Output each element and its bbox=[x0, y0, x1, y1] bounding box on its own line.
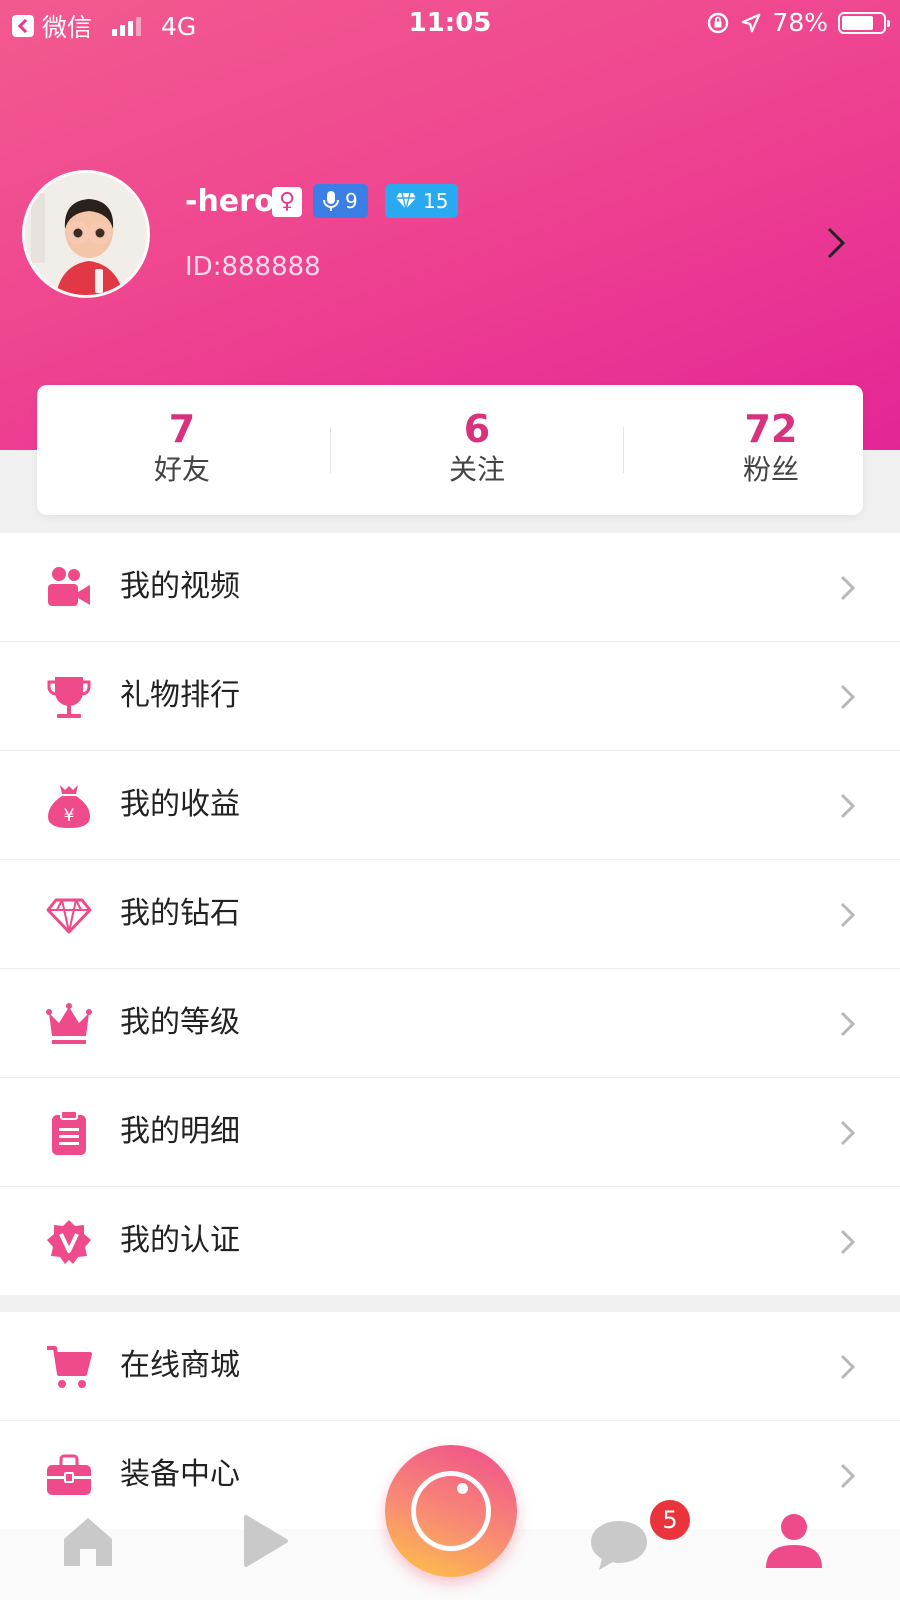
wealth-level: 15 bbox=[423, 189, 449, 213]
diamond-small-icon bbox=[396, 192, 416, 210]
battery-percent: 78% bbox=[772, 8, 828, 37]
svg-text:¥: ¥ bbox=[64, 806, 75, 826]
wealth-level-badge: 15 bbox=[385, 184, 459, 218]
username: -hero bbox=[185, 184, 275, 219]
following-label: 关注 bbox=[448, 453, 505, 486]
fans-label: 粉丝 bbox=[742, 453, 799, 486]
menu-label: 我的视频 bbox=[120, 569, 240, 604]
menu-item-my-details[interactable]: 我的明细 bbox=[0, 1078, 900, 1187]
chevron-right-icon bbox=[840, 902, 856, 928]
menu-label: 我的收益 bbox=[120, 787, 240, 822]
message-icon[interactable] bbox=[588, 1518, 650, 1572]
stat-friends[interactable]: 7 好友 bbox=[82, 407, 282, 489]
friends-label: 好友 bbox=[153, 453, 210, 486]
user-id: ID:888888 bbox=[185, 252, 321, 282]
chevron-right-icon bbox=[840, 1011, 856, 1037]
menu-item-my-videos[interactable]: 我的视频 bbox=[0, 533, 900, 642]
trophy-icon bbox=[47, 677, 91, 718]
menu-label: 我的等级 bbox=[120, 1005, 240, 1040]
stat-divider bbox=[623, 427, 624, 473]
chevron-right-icon bbox=[840, 1120, 856, 1146]
home-icon[interactable] bbox=[60, 1513, 116, 1569]
rotation-lock-icon bbox=[708, 12, 729, 33]
verified-badge-icon bbox=[47, 1220, 91, 1264]
female-gender-icon: ♀ bbox=[272, 187, 302, 217]
menu-item-my-diamonds[interactable]: 我的钻石 bbox=[0, 860, 900, 969]
friends-count: 7 bbox=[168, 407, 196, 451]
menu-label: 在线商城 bbox=[120, 1348, 240, 1383]
message-count-badge: 5 bbox=[650, 1500, 690, 1540]
avatar[interactable] bbox=[22, 170, 150, 298]
profile-icon[interactable] bbox=[764, 1512, 824, 1570]
shopping-cart-icon bbox=[47, 1346, 92, 1388]
clipboard-icon bbox=[52, 1110, 86, 1155]
chevron-right-icon bbox=[840, 575, 856, 601]
following-count: 6 bbox=[463, 407, 491, 451]
stat-divider bbox=[330, 427, 331, 473]
location-icon bbox=[742, 13, 761, 32]
chevron-right-icon bbox=[840, 684, 856, 710]
chevron-right-icon bbox=[840, 1354, 856, 1380]
menu-label: 装备中心 bbox=[120, 1457, 240, 1492]
anchor-level-badge: 9 bbox=[313, 184, 368, 218]
money-bag-icon: ¥ bbox=[48, 785, 90, 828]
stat-following[interactable]: 6 关注 bbox=[377, 407, 577, 489]
menu-group-primary: 我的视频 礼物排行 ¥ 我的收益 我的钻石 我的等级 我的明细 我的认证 bbox=[0, 533, 900, 1295]
profile-chevron-right-icon[interactable] bbox=[818, 225, 854, 261]
video-camera-icon bbox=[48, 567, 90, 606]
briefcase-icon bbox=[47, 1454, 91, 1495]
crown-icon bbox=[46, 1003, 92, 1044]
menu-item-gift-ranking[interactable]: 礼物排行 bbox=[0, 642, 900, 751]
menu-item-online-mall[interactable]: 在线商城 bbox=[0, 1312, 900, 1421]
microphone-icon bbox=[323, 191, 339, 211]
anchor-level: 9 bbox=[345, 189, 358, 213]
menu-item-my-earnings[interactable]: ¥ 我的收益 bbox=[0, 751, 900, 860]
battery-icon bbox=[838, 11, 890, 34]
chevron-right-icon bbox=[840, 1463, 856, 1489]
status-bar: 微信 4G 11:05 78% bbox=[0, 0, 900, 46]
chevron-right-icon bbox=[840, 793, 856, 819]
menu-label: 礼物排行 bbox=[120, 678, 240, 713]
stats-card: 7 好友 6 关注 72 粉丝 bbox=[37, 385, 863, 515]
camera-lens-dot bbox=[457, 1483, 468, 1494]
play-icon[interactable] bbox=[240, 1513, 290, 1569]
diamond-icon bbox=[46, 898, 92, 934]
fans-count: 72 bbox=[744, 407, 798, 451]
start-live-button[interactable] bbox=[385, 1445, 517, 1577]
stat-fans[interactable]: 72 粉丝 bbox=[671, 407, 871, 489]
menu-item-my-level[interactable]: 我的等级 bbox=[0, 969, 900, 1078]
camera-icon bbox=[411, 1471, 491, 1551]
menu-label: 我的明细 bbox=[120, 1114, 240, 1149]
avatar-image bbox=[25, 173, 147, 295]
menu-label: 我的钻石 bbox=[120, 896, 240, 931]
menu-label: 我的认证 bbox=[120, 1223, 240, 1258]
menu-item-my-verification[interactable]: 我的认证 bbox=[0, 1187, 900, 1295]
chevron-right-icon bbox=[840, 1229, 856, 1255]
